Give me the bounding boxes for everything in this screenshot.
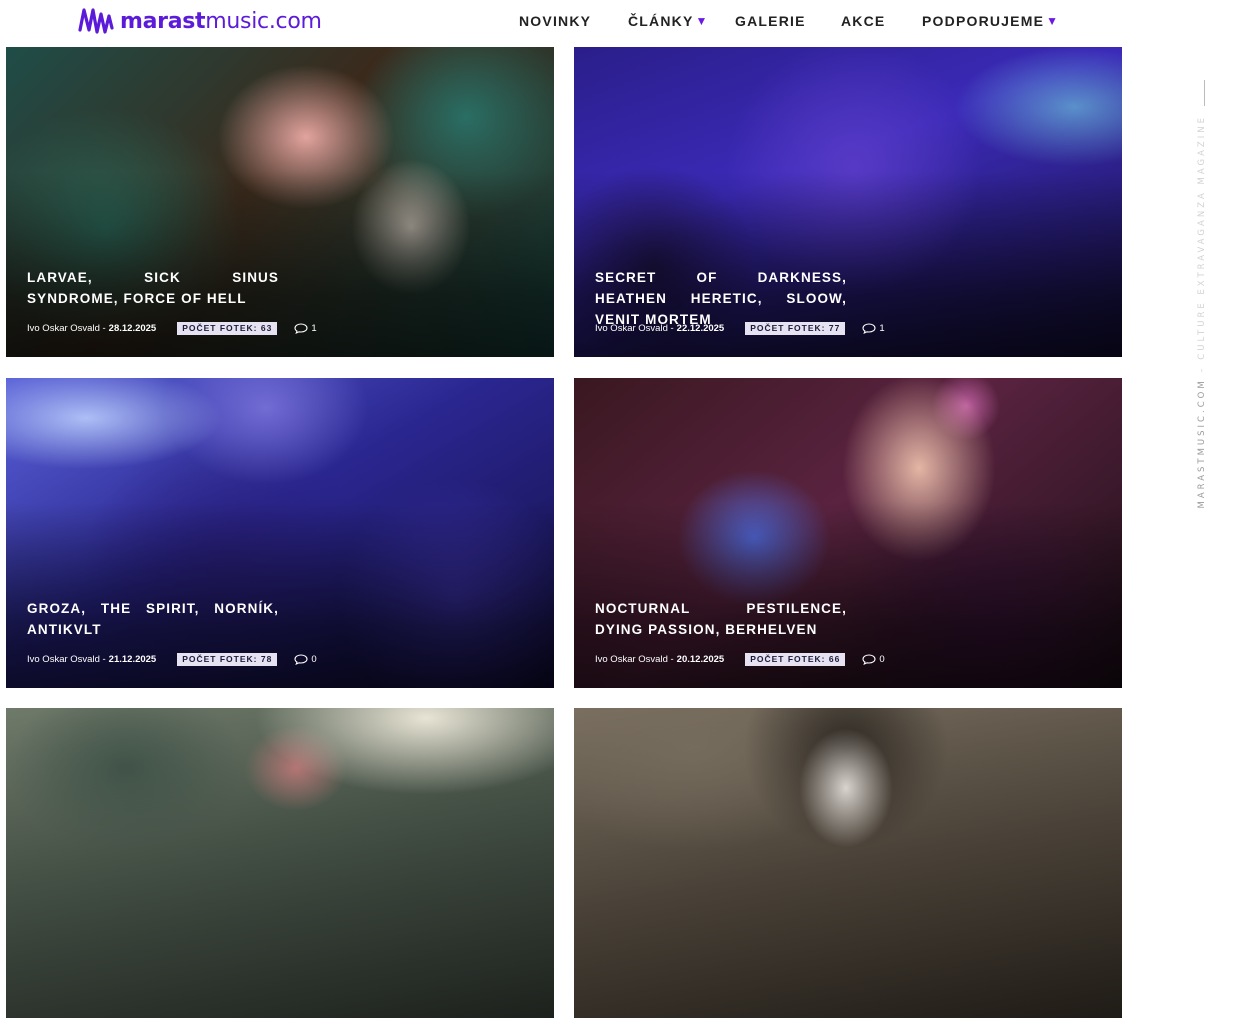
photo-overlay bbox=[574, 378, 1122, 688]
comment-count-value: 1 bbox=[879, 323, 885, 334]
speech-bubble-icon bbox=[862, 323, 876, 334]
speech-bubble-icon bbox=[862, 654, 876, 665]
card-title[interactable]: Nocturnal Pestilence, Dying Passion, Ber… bbox=[595, 598, 847, 640]
triangle-down-icon: ▼ bbox=[1046, 14, 1060, 28]
comment-count-value: 1 bbox=[311, 323, 317, 334]
photo-count-badge: POČET FOTEK: 66 bbox=[745, 653, 846, 666]
gallery-card[interactable] bbox=[6, 708, 554, 1018]
speech-bubble-icon bbox=[294, 654, 308, 665]
top-navigation-bar: marastmusic.com NOVINKY ČLÁNKY ▼ GALERIE … bbox=[0, 0, 1233, 47]
nav-item-clanky[interactable]: ČLÁNKY ▼ bbox=[628, 13, 735, 29]
comment-count[interactable]: 0 bbox=[294, 654, 317, 665]
nav-item-akce[interactable]: AKCE bbox=[841, 13, 922, 29]
photo-count-badge: POČET FOTEK: 77 bbox=[745, 322, 846, 335]
logo-bold: marast bbox=[120, 8, 206, 34]
nav-item-galerie[interactable]: GALERIE bbox=[735, 13, 841, 29]
comment-count[interactable]: 0 bbox=[862, 654, 885, 665]
author[interactable]: Ivo Oskar Osvald bbox=[595, 654, 668, 665]
nav-item-novinky[interactable]: NOVINKY bbox=[519, 13, 628, 29]
logo-rest: music.com bbox=[205, 8, 322, 34]
nav-label: GALERIE bbox=[735, 13, 806, 29]
tagline-site: MARASTMUSIC.COM bbox=[1197, 378, 1207, 509]
nav-label: AKCE bbox=[841, 13, 886, 29]
waveform-logo-icon bbox=[78, 8, 114, 34]
nav-item-podporujeme[interactable]: PODPORUJEME ▼ bbox=[922, 13, 1059, 29]
card-title[interactable]: Groza, The Spirit, Norník, Antikvlt bbox=[27, 598, 279, 640]
card-meta: Ivo Oskar Osvald - 22.12.2025 POČET FOTE… bbox=[595, 322, 885, 335]
author[interactable]: Ivo Oskar Osvald bbox=[27, 654, 100, 665]
tagline-separator: – bbox=[1197, 359, 1207, 379]
tagline-text: CULTURE EXTRAVAGANZA MAGAZINE bbox=[1197, 115, 1207, 360]
date: 22.12.2025 bbox=[676, 323, 725, 334]
side-tagline: MARASTMUSIC.COM – CULTURE EXTRAVAGANZA M… bbox=[1197, 80, 1213, 580]
date: 28.12.2025 bbox=[108, 323, 157, 334]
concert-photo bbox=[574, 708, 1122, 1018]
speech-bubble-icon bbox=[294, 323, 308, 334]
vertical-tagline: MARASTMUSIC.COM – CULTURE EXTRAVAGANZA M… bbox=[1197, 115, 1207, 509]
author[interactable]: Ivo Oskar Osvald bbox=[27, 323, 100, 334]
concert-photo bbox=[6, 708, 554, 1018]
photo-count-badge: POČET FOTEK: 63 bbox=[177, 322, 278, 335]
main-menu: NOVINKY ČLÁNKY ▼ GALERIE AKCE PODPORUJEME… bbox=[519, 13, 1059, 29]
comment-count-value: 0 bbox=[879, 654, 885, 665]
gallery-card[interactable] bbox=[574, 708, 1122, 1018]
card-title[interactable]: Secret of Darkness, Heathen Heretic, Slo… bbox=[595, 267, 847, 330]
card-meta: Ivo Oskar Osvald - 20.12.2025 POČET FOTE… bbox=[595, 653, 885, 666]
nav-label: ČLÁNKY bbox=[628, 13, 694, 29]
nav-label: NOVINKY bbox=[519, 13, 592, 29]
photo-overlay bbox=[6, 378, 554, 688]
card-title[interactable]: Larvae, Sick Sinus Syndrome, Force of He… bbox=[27, 267, 279, 309]
comment-count-value: 0 bbox=[311, 654, 317, 665]
gallery-card[interactable]: Larvae, Sick Sinus Syndrome, Force of He… bbox=[6, 47, 554, 357]
card-meta: Ivo Oskar Osvald - 28.12.2025 POČET FOTE… bbox=[27, 322, 317, 335]
side-divider bbox=[1204, 80, 1205, 106]
logo-text: marastmusic.com bbox=[120, 9, 322, 34]
comment-count[interactable]: 1 bbox=[294, 323, 317, 334]
date: 20.12.2025 bbox=[676, 654, 725, 665]
photo-count-badge: POČET FOTEK: 78 bbox=[177, 653, 278, 666]
nav-label: PODPORUJEME bbox=[922, 13, 1045, 29]
photo-overlay bbox=[6, 47, 554, 357]
author[interactable]: Ivo Oskar Osvald bbox=[595, 323, 668, 334]
site-logo[interactable]: marastmusic.com bbox=[78, 4, 322, 38]
triangle-down-icon: ▼ bbox=[695, 14, 709, 28]
gallery-card[interactable]: Secret of Darkness, Heathen Heretic, Slo… bbox=[574, 47, 1122, 357]
date: 21.12.2025 bbox=[108, 654, 157, 665]
comment-count[interactable]: 1 bbox=[862, 323, 885, 334]
card-meta: Ivo Oskar Osvald - 21.12.2025 POČET FOTE… bbox=[27, 653, 317, 666]
gallery-card[interactable]: Groza, The Spirit, Norník, Antikvlt Ivo … bbox=[6, 378, 554, 688]
gallery-card[interactable]: Nocturnal Pestilence, Dying Passion, Ber… bbox=[574, 378, 1122, 688]
